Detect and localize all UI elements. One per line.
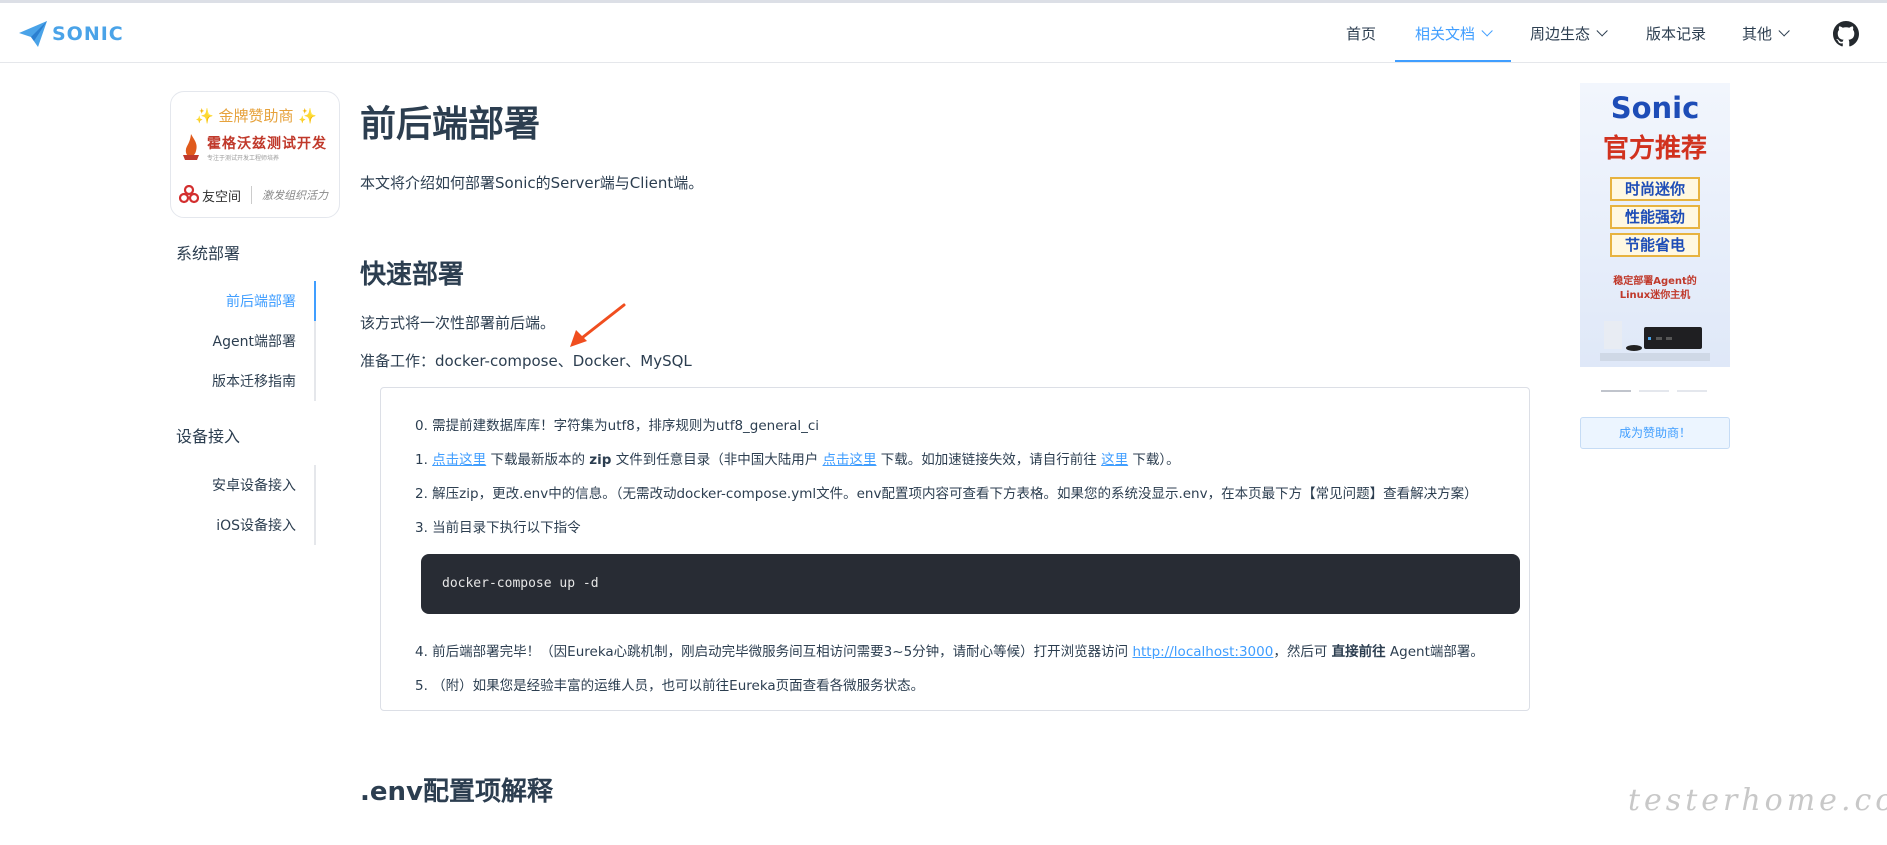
intro-text: 本文将介绍如何部署Sonic的Server端与Client端。 — [360, 174, 704, 192]
releases-link[interactable]: 这里 — [1101, 452, 1128, 468]
nav-item-label: 相关文档 — [1415, 24, 1476, 43]
step-text: 下载最新版本的 — [486, 452, 590, 468]
sidebar-group-list: 前后端部署 Agent端部署 版本迁移指南 — [200, 281, 316, 401]
localhost-link[interactable]: http://localhost:3000 — [1132, 644, 1273, 660]
become-sponsor-button[interactable]: 成为赞助商！ — [1580, 417, 1730, 449]
sponsor-ad-banner[interactable]: Sonic 官方推荐 时尚迷你 性能强劲 节能省电 稳定部署Agent的 Lin… — [1580, 83, 1730, 367]
ad-tag: 节能省电 — [1610, 233, 1700, 257]
top-navbar: SONIC 首页 相关文档 周边生态 版本记录 其他 — [0, 3, 1887, 63]
sponsor-logo-name: 友空间 — [202, 189, 242, 205]
sponsor-logo-hogwarts[interactable]: 霍格沃兹测试开发 专注于测试开发工程师培养 — [181, 132, 331, 162]
ad-note-line: 稳定部署Agent的 — [1613, 276, 1697, 287]
github-icon[interactable] — [1833, 21, 1859, 47]
sponsor-logo-subtext: 专注于测试开发工程师培养 — [207, 154, 280, 162]
deploy-steps-box: 0. 需提前建数据库库！字符集为utf8，排序规则为utf8_general_c… — [380, 387, 1530, 711]
ad-note-line: Linux迷你主机 — [1619, 290, 1691, 301]
sponsor-logo-text: 霍格沃兹测试开发 — [207, 135, 327, 152]
gold-sponsor-card[interactable]: ✨ 金牌赞助商 ✨ 霍格沃兹测试开发 专注于测试开发工程师培养 友空间 激发组织… — [170, 91, 340, 218]
chevron-down-icon — [1778, 25, 1790, 37]
carousel-indicators — [1601, 390, 1707, 392]
carousel-dot[interactable] — [1639, 390, 1669, 392]
sidebar-group-title[interactable]: 系统部署 — [176, 240, 240, 264]
sidebar-group-title[interactable]: 设备接入 — [176, 423, 240, 447]
ad-tag: 性能强劲 — [1610, 205, 1700, 229]
sidebar-item-android[interactable]: 安卓设备接入 — [200, 465, 314, 505]
nav-active-underline — [1395, 60, 1511, 62]
page-title: 前后端部署 — [360, 104, 541, 145]
sidebar-item-label: Agent端部署 — [212, 334, 296, 350]
sidebar-item-label: 前后端部署 — [226, 294, 296, 310]
quick-deploy-desc: 该方式将一次性部署前后端。 — [360, 314, 556, 332]
nav-item-label: 首页 — [1346, 24, 1377, 43]
sidebar-item-frontend-backend[interactable]: 前后端部署 — [200, 281, 316, 321]
annotation-arrow-icon — [570, 303, 626, 347]
mini-pc-image — [1600, 321, 1710, 361]
nav-item-changelog[interactable]: 版本记录 — [1646, 3, 1706, 63]
step-3: 3. 当前目录下执行以下指令 — [415, 520, 581, 536]
sponsor-logo-slogan: 激发组织活力 — [262, 189, 329, 202]
ad-title: Sonic — [1610, 91, 1700, 125]
section-title-env: .env配置项解释 — [360, 777, 553, 807]
sponsor-logo-yonyou[interactable]: 友空间 激发组织活力 — [179, 182, 335, 208]
chevron-down-icon — [1596, 25, 1608, 37]
step-text: 文件到任意目录（非中国大陆用户 — [611, 452, 823, 468]
step-4: 4. 前后端部署完毕！（因Eureka心跳机制，刚启动完毕微服务间互相访问需要3… — [415, 640, 1484, 660]
flower-logo-icon — [179, 185, 199, 204]
code-command[interactable]: docker-compose up -d — [442, 576, 599, 591]
watermark: testerhome.com — [1628, 783, 1887, 818]
overseas-download-link[interactable]: 点击这里 — [823, 452, 877, 468]
nav-item-label: 周边生态 — [1530, 24, 1591, 43]
chevron-down-icon — [1481, 25, 1493, 37]
code-block[interactable]: docker-compose up -d — [421, 554, 1520, 614]
nav-item-home[interactable]: 首页 — [1346, 3, 1376, 63]
divider — [251, 186, 253, 204]
nav-item-label: 版本记录 — [1646, 24, 1707, 43]
step-1: 1. 点击这里 下载最新版本的 zip 文件到任意目录（非中国大陆用户 点击这里… — [415, 448, 1180, 468]
paper-plane-icon — [19, 21, 47, 47]
step-text: ，然后可 — [1273, 644, 1332, 660]
sponsor-title: ✨ 金牌赞助商 ✨ — [195, 107, 317, 125]
step-0: 0. 需提前建数据库库！字符集为utf8，排序规则为utf8_general_c… — [415, 418, 820, 434]
ad-tag: 时尚迷你 — [1610, 177, 1700, 201]
sidebar-item-label: 版本迁移指南 — [212, 374, 296, 390]
step-bold-text: 直接前往 — [1331, 644, 1386, 660]
section-title-quick-deploy: 快速部署 — [360, 260, 465, 290]
step-text: 下载）。 — [1128, 452, 1180, 468]
step-5: 5. （附）如果您是经验丰富的运维人员，也可以前往Eureka页面查看各微服务状… — [415, 678, 925, 694]
ad-note: 稳定部署Agent的 Linux迷你主机 — [1580, 275, 1730, 303]
nav-item-ecosystem[interactable]: 周边生态 — [1530, 3, 1608, 63]
sidebar-item-agent[interactable]: Agent端部署 — [200, 321, 314, 361]
step-text: 1. — [415, 452, 433, 468]
sidebar-group-list: 安卓设备接入 iOS设备接入 — [200, 465, 316, 545]
ad-subtitle: 官方推荐 — [1602, 134, 1707, 164]
step-text: 4. 前后端部署完毕！（因Eureka心跳机制，刚启动完毕微服务间互相访问需要3… — [415, 644, 1133, 660]
step-text: 下载。如加速链接失效，请自行前往 — [876, 452, 1102, 468]
nav-item-docs[interactable]: 相关文档 — [1415, 3, 1493, 63]
sidebar-item-label: iOS设备接入 — [216, 518, 296, 534]
step-text: Agent端部署。 — [1385, 644, 1484, 660]
sidebar-item-migration[interactable]: 版本迁移指南 — [200, 361, 314, 401]
site-logo-text: SONIC — [52, 23, 124, 45]
flame-logo-icon — [183, 134, 199, 160]
sidebar-item-ios[interactable]: iOS设备接入 — [200, 505, 314, 545]
step-bold-text: zip — [589, 452, 612, 468]
nav-item-label: 其他 — [1742, 24, 1773, 43]
sidebar-item-label: 安卓设备接入 — [212, 478, 296, 494]
nav-item-others[interactable]: 其他 — [1742, 3, 1790, 63]
download-link[interactable]: 点击这里 — [432, 452, 486, 468]
site-logo[interactable]: SONIC — [18, 20, 124, 48]
prerequisites-text: 准备工作：docker-compose、Docker、MySQL — [360, 352, 692, 370]
step-2: 2. 解压zip，更改.env中的信息。（无需改动docker-compose.… — [415, 486, 1478, 502]
carousel-dot[interactable] — [1677, 390, 1707, 392]
carousel-dot[interactable] — [1601, 390, 1631, 392]
